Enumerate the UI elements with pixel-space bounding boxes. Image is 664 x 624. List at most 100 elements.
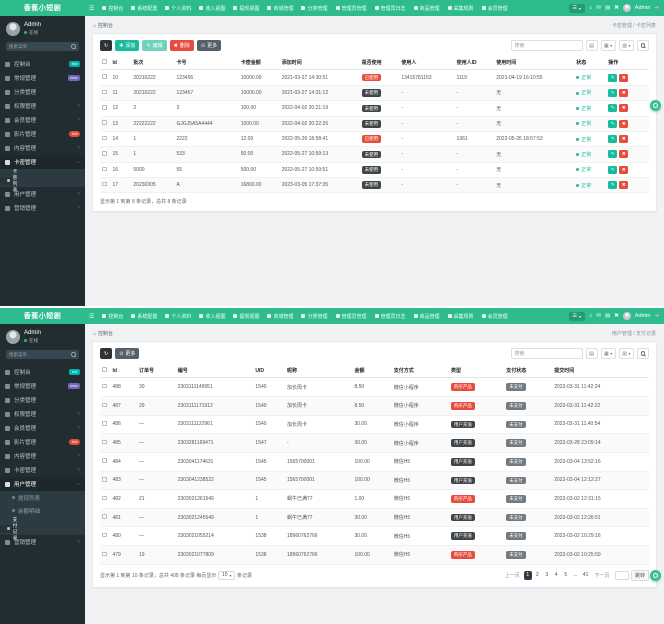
prev-page-button[interactable]: 上一页 <box>502 572 522 579</box>
edit-button[interactable]: ✎ <box>608 88 618 97</box>
delete-button[interactable]: ✖ <box>619 181 629 190</box>
nav-item[interactable]: 采集规则 <box>444 5 478 12</box>
sidebar-item-permission[interactable]: 权限管理 ‹ <box>0 407 85 421</box>
more-button[interactable]: ⊙ 更多 <box>196 40 222 51</box>
sidebar-toggle-icon[interactable]: ☰ <box>85 313 98 320</box>
edit-button[interactable]: ✎ <box>608 135 618 144</box>
row-checkbox[interactable] <box>102 421 107 426</box>
column-header[interactable]: 使用人ID <box>454 56 495 71</box>
row-checkbox[interactable] <box>102 439 107 445</box>
columns-dropdown[interactable]: ▥ ▾ <box>618 348 634 359</box>
nav-more-dropdown[interactable]: ☰ ▾ <box>568 3 586 13</box>
sidebar-item-dashboard[interactable]: 控制台 hot <box>0 365 85 379</box>
nav-item[interactable]: 收入视图 <box>195 5 229 12</box>
delete-button[interactable]: ✖ <box>619 150 629 159</box>
sidebar-item-user[interactable]: 用户管理 ‹ <box>0 477 85 491</box>
app-logo[interactable]: 香蕉小短剧 <box>0 3 85 13</box>
refresh-button[interactable]: ↻ <box>100 348 113 359</box>
delete-button[interactable]: ✖ 删除 <box>169 40 194 51</box>
delete-button[interactable]: ✖ <box>619 165 629 174</box>
logout-icon[interactable]: ➔ <box>654 313 659 319</box>
columns-dropdown[interactable]: ▥ ▾ <box>618 40 634 51</box>
nav-item[interactable]: 提现视图 <box>229 5 263 12</box>
sidebar-subitem[interactable]: 支付记录 <box>0 517 17 540</box>
row-checkbox[interactable] <box>102 74 107 79</box>
row-checkbox[interactable] <box>102 181 107 187</box>
nav-item[interactable]: 会员管理 <box>478 313 512 320</box>
column-header[interactable]: 状态 <box>574 56 607 71</box>
add-button[interactable]: ✚ 添加 <box>115 40 140 51</box>
nav-item[interactable]: 管理员日志 <box>371 313 410 320</box>
select-all-checkbox[interactable] <box>102 367 107 372</box>
sidebar-subitem[interactable]: 余额明细 <box>0 504 85 517</box>
delete-button[interactable]: ✖ <box>619 88 629 97</box>
page-number[interactable]: 41 <box>581 571 591 580</box>
nav-item[interactable]: 管理员管理 <box>332 5 371 12</box>
page-number[interactable]: 5 <box>562 571 570 580</box>
floating-service-button[interactable] <box>650 570 661 581</box>
more-button[interactable]: ⊙ 更多 <box>115 348 140 359</box>
nav-item[interactable]: 控制台 <box>98 5 127 12</box>
message-icon[interactable]: ✉ <box>596 313 601 319</box>
avatar[interactable] <box>6 330 20 344</box>
column-header[interactable]: 操作 <box>606 56 649 71</box>
row-checkbox[interactable] <box>102 89 107 95</box>
nav-item[interactable]: 分类管理 <box>297 313 331 320</box>
page-number[interactable]: 4 <box>552 571 560 580</box>
edit-button[interactable]: ✎ <box>608 181 618 190</box>
row-checkbox[interactable] <box>102 477 107 482</box>
avatar[interactable] <box>6 22 20 36</box>
page-jump-button[interactable]: 跳转 <box>630 569 649 581</box>
nav-item[interactable]: 商品管理 <box>410 5 444 12</box>
column-header[interactable]: Id↕ <box>110 56 132 71</box>
nav-item[interactable]: 商城管理 <box>263 5 297 12</box>
row-checkbox[interactable] <box>102 383 107 389</box>
sidebar-item-cardkey[interactable]: 卡密管理 ‹ <box>0 463 85 477</box>
nav-item[interactable]: 提现视图 <box>229 313 263 320</box>
row-checkbox[interactable] <box>102 151 107 156</box>
close-icon[interactable]: ✖ <box>614 5 619 11</box>
nav-item[interactable]: 商城管理 <box>263 313 297 320</box>
nav-item[interactable]: 管理员日志 <box>371 5 410 12</box>
sidebar-item-video[interactable]: 影片管理 hot <box>0 435 85 449</box>
row-checkbox[interactable] <box>102 514 107 519</box>
refresh-button[interactable]: ↻ <box>100 40 113 51</box>
sidebar-item-category[interactable]: 分类管理 <box>0 393 85 407</box>
page-number[interactable]: 2 <box>533 571 541 580</box>
table-search-input[interactable] <box>510 348 583 359</box>
grid-icon[interactable]: ▤ <box>605 5 610 11</box>
page-size-select[interactable]: 10 ▾ <box>218 570 235 580</box>
page-number[interactable]: 1 <box>523 570 532 580</box>
column-header[interactable]: 编号 <box>175 364 254 379</box>
nav-item[interactable]: 系统配置 <box>127 313 161 320</box>
sidebar-item-general[interactable]: 常规管理 new <box>0 71 85 85</box>
sidebar-item-dashboard[interactable]: 控制台 hot <box>0 57 85 71</box>
sidebar-item-category[interactable]: 分类管理 <box>0 85 85 99</box>
edit-button[interactable]: ✎ <box>608 73 618 82</box>
select-all-checkbox[interactable] <box>102 59 107 64</box>
column-header[interactable]: 类型 <box>448 364 505 379</box>
search-icon[interactable] <box>71 44 76 49</box>
edit-button[interactable]: ✎ <box>608 165 618 174</box>
view-list-button[interactable]: ▤ <box>585 40 598 51</box>
breadcrumb-left[interactable]: 控制台 <box>98 22 113 29</box>
sidebar-item-cardkey[interactable]: 卡密管理 ‹ <box>0 155 85 169</box>
delete-button[interactable]: ✖ <box>619 135 629 144</box>
sidebar-item-content[interactable]: 内容管理 ‹ <box>0 141 85 155</box>
row-checkbox[interactable] <box>102 402 107 408</box>
avatar[interactable] <box>622 4 631 12</box>
nav-item[interactable]: 分类管理 <box>297 5 331 12</box>
next-page-button[interactable]: 下一页 <box>592 572 612 579</box>
row-checkbox[interactable] <box>102 458 107 463</box>
grid-view-dropdown[interactable]: ▦ ▾ <box>600 40 616 51</box>
grid-icon[interactable]: ▤ <box>605 313 610 319</box>
sidebar-item-permission[interactable]: 权限管理 ‹ <box>0 99 85 113</box>
row-checkbox[interactable] <box>102 551 107 557</box>
logout-icon[interactable]: ➔ <box>654 5 659 11</box>
edit-button[interactable]: ✎ <box>608 119 618 128</box>
column-header[interactable]: 昵称 <box>285 364 353 379</box>
row-checkbox[interactable] <box>102 105 107 110</box>
sidebar-subitem[interactable]: 卡密列表 <box>0 169 17 192</box>
edit-button[interactable]: ✎ <box>608 104 618 113</box>
edit-button[interactable]: ✎ <box>608 150 618 159</box>
